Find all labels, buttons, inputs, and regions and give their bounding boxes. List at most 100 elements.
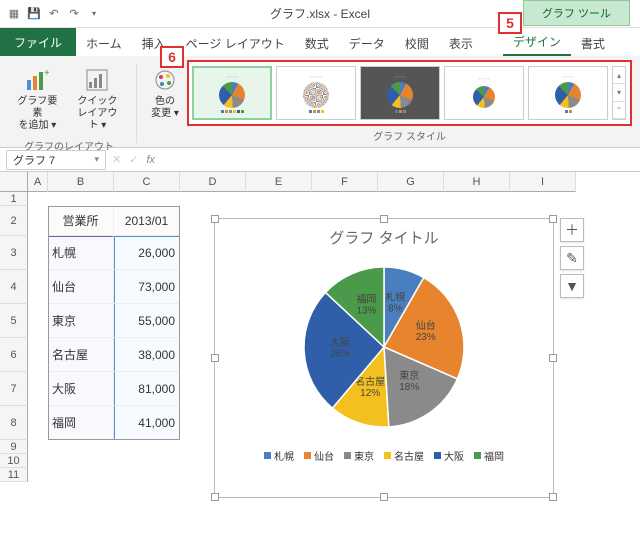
- chart-style-1[interactable]: ･････: [192, 66, 272, 120]
- row-3[interactable]: 3: [0, 236, 28, 270]
- row-9[interactable]: 9: [0, 440, 28, 454]
- col-C[interactable]: C: [114, 172, 180, 192]
- chart-object[interactable]: グラフ タイトル 札幌8%仙台23%東京18%名古屋12%大阪26%福岡13% …: [214, 218, 554, 498]
- gallery-down-icon[interactable]: ▾: [613, 84, 625, 101]
- row-headers: 1 2 3 4 5 6 7 8 9 10 11: [0, 192, 28, 482]
- row-5[interactable]: 5: [0, 304, 28, 338]
- add-chart-element-button[interactable]: + グラフ要素 を追加 ▾: [10, 62, 65, 136]
- resize-handle[interactable]: [211, 215, 219, 223]
- tab-page-layout[interactable]: ページ レイアウト: [176, 29, 295, 56]
- svg-text:大阪: 大阪: [330, 336, 350, 349]
- svg-text:23%: 23%: [416, 332, 436, 343]
- fx-icon[interactable]: fx: [146, 154, 155, 166]
- gallery-up-icon[interactable]: ▴: [613, 67, 625, 84]
- resize-handle[interactable]: [380, 215, 388, 223]
- col-G[interactable]: G: [378, 172, 444, 192]
- chart-title[interactable]: グラフ タイトル: [215, 219, 553, 252]
- quick-layout-icon: [83, 66, 111, 94]
- tab-review[interactable]: 校閲: [395, 29, 439, 56]
- gallery-more-icon[interactable]: ⁼: [613, 102, 625, 119]
- legend-swatch: [304, 452, 311, 459]
- svg-text:18%: 18%: [399, 382, 419, 393]
- excel-icon: ▦: [6, 6, 22, 22]
- window-title: グラフ.xlsx - Excel: [270, 5, 370, 22]
- legend-item[interactable]: 東京: [344, 448, 374, 463]
- column-headers: A B C D E F G H I: [28, 172, 640, 192]
- tab-data[interactable]: データ: [339, 29, 395, 56]
- col-A[interactable]: A: [28, 172, 48, 192]
- change-color-button[interactable]: 色の 変更 ▾: [145, 62, 185, 124]
- col-F[interactable]: F: [312, 172, 378, 192]
- chart-style-3[interactable]: ･････: [360, 66, 440, 120]
- fx-enter-icon[interactable]: ✓: [129, 153, 138, 166]
- resize-handle[interactable]: [549, 215, 557, 223]
- col-D[interactable]: D: [180, 172, 246, 192]
- tab-view[interactable]: 表示: [439, 29, 483, 56]
- row-8[interactable]: 8: [0, 406, 28, 440]
- col-H[interactable]: H: [444, 172, 510, 192]
- namebox-dropdown-icon[interactable]: ▾: [94, 154, 99, 165]
- legend-item[interactable]: 福岡: [474, 448, 504, 463]
- qat-dropdown-icon[interactable]: ▾: [86, 6, 102, 22]
- legend-label: 札幌: [274, 448, 294, 463]
- quick-layout-button[interactable]: クイック レイアウト ▾: [67, 62, 128, 136]
- resize-handle[interactable]: [380, 493, 388, 501]
- col-I[interactable]: I: [510, 172, 576, 192]
- tab-home[interactable]: ホーム: [76, 29, 132, 56]
- chart-style-gallery: ･････ ･････ ･････ ･････ ･････: [187, 60, 632, 147]
- row-7[interactable]: 7: [0, 372, 28, 406]
- resize-handle[interactable]: [549, 354, 557, 362]
- color-icon: [151, 66, 179, 94]
- row-11[interactable]: 11: [0, 468, 28, 482]
- table-outline: [48, 206, 180, 440]
- chart-style-5[interactable]: ･････: [528, 66, 608, 120]
- gallery-scroll: ▴ ▾ ⁼: [612, 66, 626, 120]
- fx-cancel-icon[interactable]: ✕: [112, 153, 121, 166]
- pie-chart: 札幌8%仙台23%東京18%名古屋12%大阪26%福岡13%: [289, 252, 479, 442]
- legend-item[interactable]: 仙台: [304, 448, 334, 463]
- legend-item[interactable]: 名古屋: [384, 448, 424, 463]
- legend-label: 福岡: [484, 448, 504, 463]
- legend-item[interactable]: 大阪: [434, 448, 464, 463]
- svg-text:福岡: 福岡: [356, 293, 376, 306]
- col-E[interactable]: E: [246, 172, 312, 192]
- tab-formulas[interactable]: 数式: [295, 29, 339, 56]
- row-6[interactable]: 6: [0, 338, 28, 372]
- pie-plot-area[interactable]: 札幌8%仙台23%東京18%名古屋12%大阪26%福岡13%: [215, 252, 553, 442]
- undo-icon[interactable]: ↶: [46, 6, 62, 22]
- chart-filter-button[interactable]: ▼: [560, 274, 584, 298]
- save-icon[interactable]: 💾: [26, 6, 42, 22]
- svg-text:13%: 13%: [356, 306, 376, 317]
- svg-text:+: +: [44, 68, 49, 79]
- chart-side-buttons: ＋ ✎ ▼: [560, 218, 584, 298]
- redo-icon[interactable]: ↷: [66, 6, 82, 22]
- chart-legend[interactable]: 札幌仙台東京名古屋 大阪 福岡: [215, 442, 553, 469]
- name-box[interactable]: グラフ 7▾: [6, 150, 106, 170]
- svg-text:8%: 8%: [388, 303, 403, 314]
- col-B[interactable]: B: [48, 172, 114, 192]
- legend-label: 大阪: [444, 448, 464, 463]
- row-4[interactable]: 4: [0, 270, 28, 304]
- chart-style-2[interactable]: ･････: [276, 66, 356, 120]
- chart-style-4[interactable]: ･････: [444, 66, 524, 120]
- resize-handle[interactable]: [549, 493, 557, 501]
- legend-item[interactable]: 札幌: [264, 448, 294, 463]
- tab-file[interactable]: ファイル: [0, 27, 76, 56]
- row-2[interactable]: 2: [0, 206, 28, 236]
- row-1[interactable]: 1: [0, 192, 28, 206]
- quick-access-toolbar: ▦ 💾 ↶ ↷ ▾: [0, 6, 108, 22]
- legend-swatch: [384, 452, 391, 459]
- row-10[interactable]: 10: [0, 454, 28, 468]
- tab-format[interactable]: 書式: [571, 29, 615, 56]
- svg-text:12%: 12%: [360, 388, 380, 399]
- ribbon-group-layout: + グラフ要素 を追加 ▾ クイック レイアウト ▾ グラフのレイアウト: [4, 60, 134, 147]
- select-all-corner[interactable]: [0, 172, 28, 192]
- formula-bar-row: グラフ 7▾ ✕ ✓ fx: [0, 148, 640, 172]
- chart-styles-button[interactable]: ✎: [560, 246, 584, 270]
- ribbon: + グラフ要素 を追加 ▾ クイック レイアウト ▾ グラフのレイアウト 色の …: [0, 56, 640, 148]
- svg-text:26%: 26%: [330, 349, 350, 360]
- resize-handle[interactable]: [211, 354, 219, 362]
- resize-handle[interactable]: [211, 493, 219, 501]
- filter-icon: ▼: [565, 278, 579, 294]
- chart-elements-button[interactable]: ＋: [560, 218, 584, 242]
